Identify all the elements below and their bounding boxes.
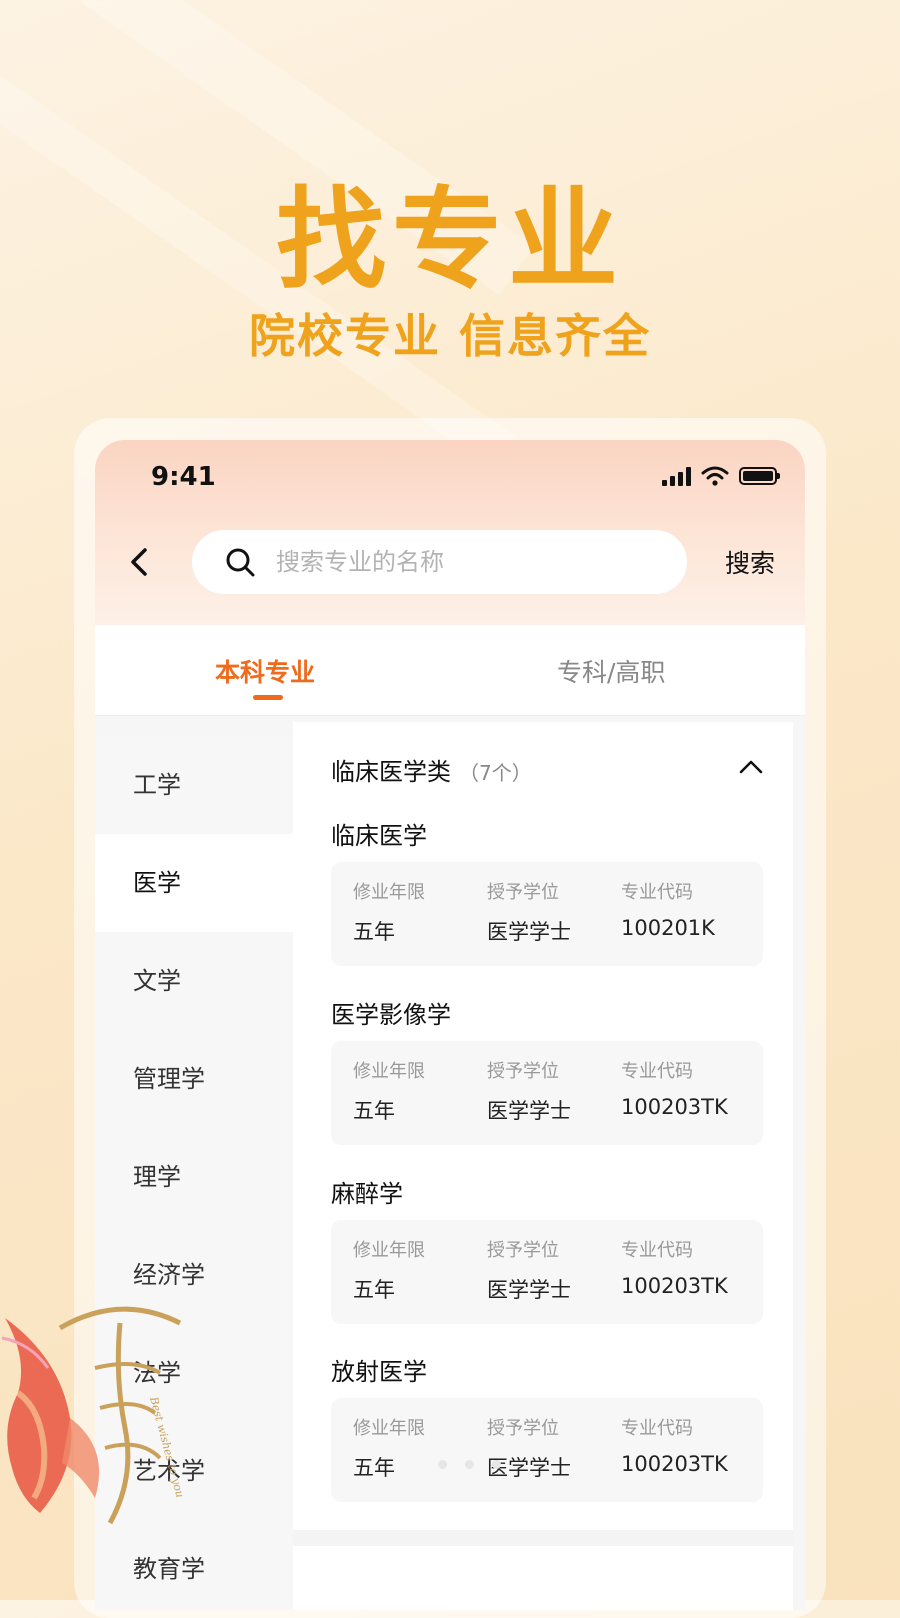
major-info-card[interactable]: 修业年限五年 授予学位医学学士 专业代码 100201K <box>331 862 763 966</box>
duration-label: 修业年限 <box>353 1418 425 1439</box>
hero-subtitle: 院校专业 信息齐全 <box>248 309 651 363</box>
chevron-up-icon[interactable] <box>739 760 763 774</box>
duration-label: 修业年限 <box>353 882 425 903</box>
section-divider <box>293 1530 793 1546</box>
duration-value: 五年 <box>353 1278 395 1302</box>
degree-value: 医学学士 <box>487 1099 571 1123</box>
code-label: 专业代码 <box>621 882 693 903</box>
battery-icon <box>739 467 780 485</box>
duration-value: 五年 <box>353 1456 395 1480</box>
search-button[interactable]: 搜索 <box>725 544 775 580</box>
sidebar-item-science[interactable]: 理学 <box>95 1128 293 1226</box>
group-name: 临床医学类 <box>331 758 451 786</box>
major-name[interactable]: 临床医学 <box>331 816 427 851</box>
degree-label: 授予学位 <box>487 1240 559 1261</box>
code-label: 专业代码 <box>621 1061 693 1082</box>
tab-active-indicator <box>253 695 283 700</box>
degree-value: 医学学士 <box>487 1278 571 1302</box>
major-name[interactable]: 麻醉学 <box>331 1174 403 1209</box>
sidebar-item-literature[interactable]: 文学 <box>95 932 293 1030</box>
search-bar[interactable] <box>192 530 687 594</box>
major-info-card[interactable]: 修业年限五年 授予学位医学学士 专业代码 100203TK <box>331 1220 763 1324</box>
hero-title: 找专业 <box>276 176 624 304</box>
koi-watermark-logo: Best wishes to you <box>1 1306 187 1525</box>
degree-label: 授予学位 <box>487 1061 559 1082</box>
group-header[interactable]: 临床医学类 （7个） <box>331 752 532 787</box>
tab-undergraduate[interactable]: 本科专业 <box>215 653 315 689</box>
wifi-icon <box>701 466 729 486</box>
code-label: 专业代码 <box>621 1418 693 1439</box>
duration-label: 修业年限 <box>353 1240 425 1261</box>
code-value: 100203TK <box>621 1274 728 1298</box>
code-value: 100203TK <box>621 1095 728 1119</box>
status-icons <box>662 466 780 486</box>
watermark-tagline: Best wishes to you <box>147 1394 187 1499</box>
sidebar-item-engineering[interactable]: 工学 <box>95 736 293 834</box>
duration-value: 五年 <box>353 920 395 944</box>
major-name[interactable]: 医学影像学 <box>331 995 451 1030</box>
search-icon <box>226 548 255 577</box>
code-value: 100201K <box>621 916 715 940</box>
duration-label: 修业年限 <box>353 1061 425 1082</box>
code-label: 专业代码 <box>621 1240 693 1261</box>
signal-icon <box>662 466 691 486</box>
search-input[interactable] <box>274 547 658 577</box>
sidebar-item-medicine[interactable]: 医学 <box>95 834 293 932</box>
major-info-card[interactable]: 修业年限五年 授予学位医学学士 专业代码 100203TK <box>331 1041 763 1145</box>
tab-bar: 本科专业 专科/高职 <box>95 625 805 716</box>
major-info-card[interactable]: 修业年限 五年 授予学位 医学学士 专业代码 100203TK <box>331 1398 763 1502</box>
group-count: （7个） <box>459 761 532 785</box>
major-list: 临床医学类 （7个） 临床医学 修业年限 五年 授予学位 医学学士 专业代码 10020… <box>293 722 793 1610</box>
duration-value: 五年 <box>353 1099 395 1123</box>
status-time: 9:41 <box>151 462 216 492</box>
phone-screen: 9:41 搜索 本科专业 专科/高职 工学 医学 文学 管理学 理学 经济学 法… <box>95 440 805 1610</box>
tab-vocational[interactable]: 专科/高职 <box>557 653 665 689</box>
back-icon[interactable] <box>123 540 153 584</box>
code-value: 100203TK <box>621 1452 728 1476</box>
sidebar-item-education[interactable]: 教育学 <box>95 1520 293 1610</box>
degree-value: 医学学士 <box>487 920 571 944</box>
sidebar-item-management[interactable]: 管理学 <box>95 1030 293 1128</box>
degree-label: 授予学位 <box>487 882 559 903</box>
pager-dots <box>438 1460 501 1469</box>
major-name[interactable]: 放射医学 <box>331 1352 427 1387</box>
degree-label: 授予学位 <box>487 1418 559 1439</box>
